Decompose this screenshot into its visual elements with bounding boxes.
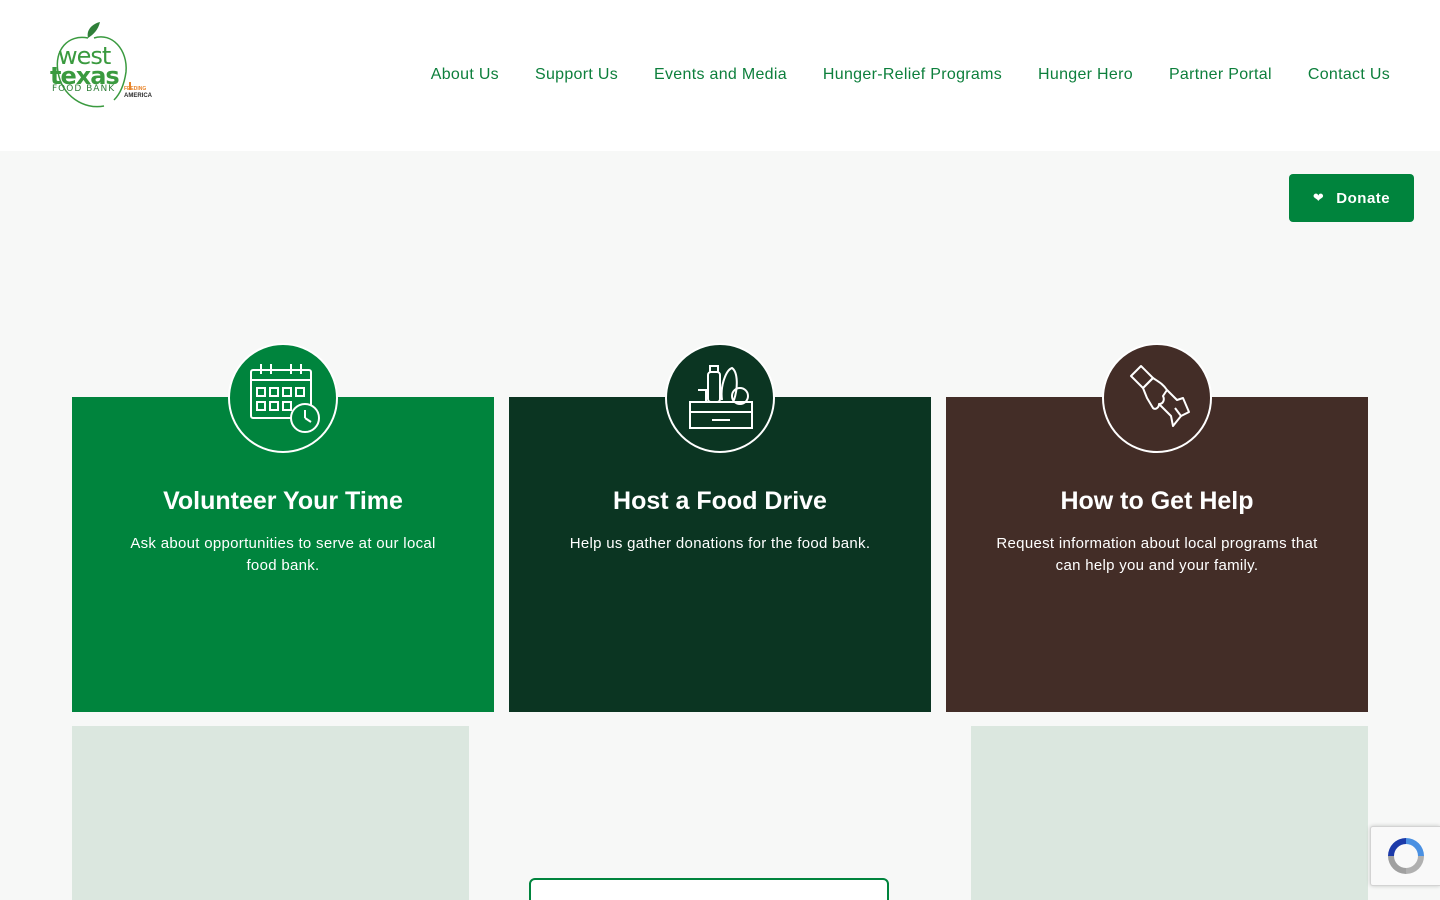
image-panel-left <box>72 726 469 900</box>
nav-partner-portal[interactable]: Partner Portal <box>1169 66 1272 84</box>
calendar-clock-icon <box>228 343 338 453</box>
logo-text-food-bank: FOOD BANK <box>52 84 116 94</box>
nav-contact-us[interactable]: Contact Us <box>1308 66 1390 84</box>
nav-hunger-relief-programs[interactable]: Hunger-Relief Programs <box>823 66 1002 84</box>
site-header: west texas FOOD BANK FEEDING AMERICA Abo… <box>0 0 1440 151</box>
image-panel-right <box>971 726 1368 900</box>
card-description: Request information about local programs… <box>996 535 1318 574</box>
grocery-crate-icon <box>665 343 775 453</box>
card-description: Help us gather donations for the food ba… <box>569 535 871 552</box>
nav-support-us[interactable]: Support Us <box>535 66 618 84</box>
card-title: Volunteer Your Time <box>163 487 403 515</box>
partner-logo-feeding: FEEDING <box>124 86 147 92</box>
card-description: Ask about opportunities to serve at our … <box>130 535 436 574</box>
recaptcha-icon <box>1387 838 1424 874</box>
card-title: Host a Food Drive <box>613 487 827 515</box>
nav-events-and-media[interactable]: Events and Media <box>654 66 787 84</box>
heart-icon: ❤ <box>1312 190 1325 205</box>
helping-hands-icon <box>1102 343 1212 453</box>
donate-button[interactable]: ❤ Donate <box>1289 174 1414 222</box>
main-nav: About Us Support Us Events and Media Hun… <box>395 66 1390 84</box>
nav-hunger-hero[interactable]: Hunger Hero <box>1038 66 1133 84</box>
form-box[interactable] <box>529 878 889 900</box>
site-logo[interactable]: west texas FOOD BANK FEEDING AMERICA <box>48 20 160 112</box>
recaptcha-badge[interactable] <box>1370 826 1440 886</box>
donate-label: Donate <box>1336 189 1391 207</box>
partner-logo-america: AMERICA <box>124 93 152 99</box>
nav-about-us[interactable]: About Us <box>431 66 499 84</box>
card-title: How to Get Help <box>1060 487 1254 515</box>
